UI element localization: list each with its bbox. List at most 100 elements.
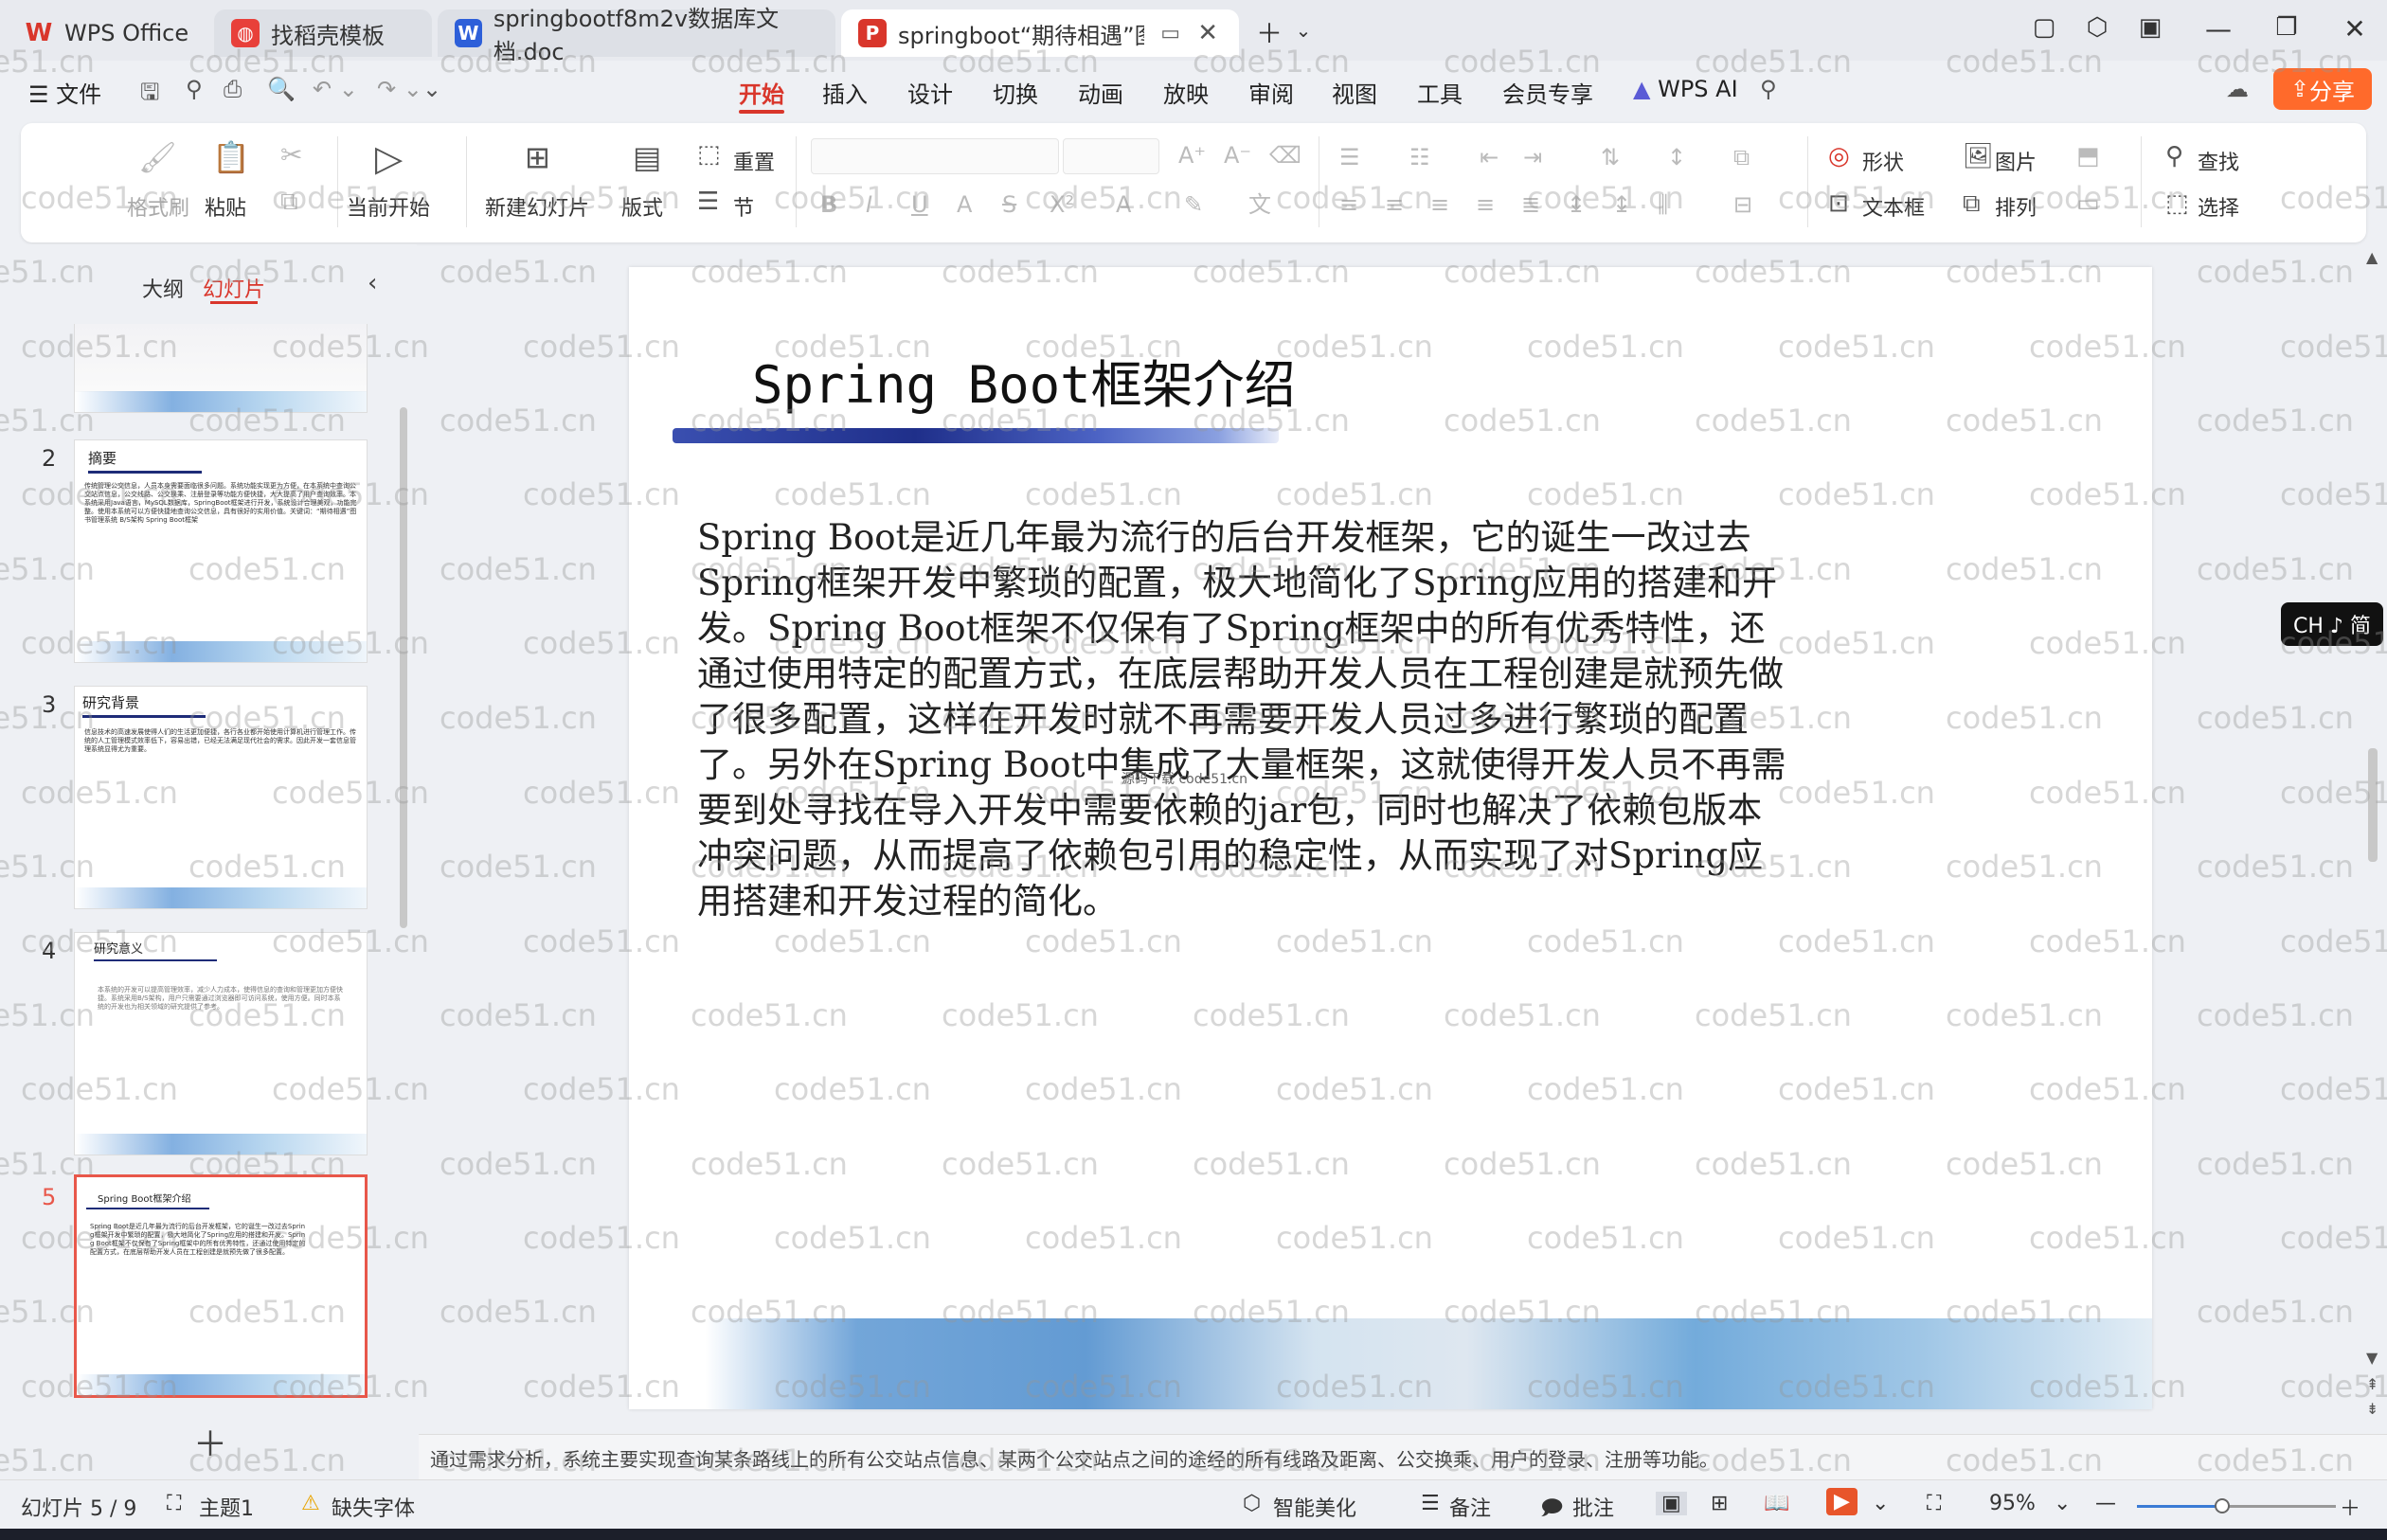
numbering-icon[interactable]: ☷ — [1409, 146, 1430, 169]
distribute-icon[interactable]: ≣ — [1521, 193, 1540, 216]
shadow-icon[interactable]: A — [957, 193, 972, 216]
tab-ppt-active[interactable]: P springboot“期待相遇”图· ▭ ✕ — [841, 9, 1239, 57]
from-current-button[interactable]: 当前开始 — [347, 191, 430, 222]
new-slide-button[interactable]: 新建幻灯片 — [485, 191, 589, 222]
columns-icon[interactable]: ⫼ — [1658, 193, 1668, 216]
section-button[interactable]: 节 — [733, 191, 754, 222]
superscript-icon[interactable]: X² — [1050, 193, 1074, 216]
notes-pane[interactable]: 通过需求分析，系统主要实现查询某条路线上的所有公交站点信息、某两个公交站点之间的… — [419, 1434, 2387, 1479]
slide-body-text[interactable]: Spring Boot是近几年最为流行的后台开发框架，它的诞生一改过去Sprin… — [697, 515, 1786, 924]
scroll-up-icon[interactable]: ▲ — [2366, 248, 2378, 266]
window-close-icon[interactable]: ✕ — [2336, 13, 2374, 45]
play-slideshow-button[interactable]: ▶ — [1826, 1488, 1858, 1515]
quick-save-icon[interactable]: 🖫 — [140, 76, 159, 115]
maximize-icon[interactable]: ❐ — [2268, 13, 2306, 42]
tab-wps-office[interactable]: W WPS Office — [8, 9, 197, 57]
decrease-indent-icon[interactable]: ⇤ — [1480, 146, 1499, 169]
missing-font-button[interactable]: 缺失字体 — [332, 1492, 415, 1522]
slide-thumb-4[interactable]: 研究意义 本系统的开发可以提高管理效率，减少人力成本，使得信息的查询和管理更加方… — [74, 932, 368, 1155]
paste-button[interactable]: 粘贴 — [205, 191, 246, 222]
chevron-down-icon[interactable]: ⌄ — [1284, 19, 1322, 42]
theme-name[interactable]: 主题1 — [199, 1492, 254, 1522]
grid-view-icon[interactable]: ⊞ — [1711, 1492, 1728, 1515]
convert-smartart-icon[interactable]: ⧉ — [1733, 146, 1750, 169]
text-align-icon[interactable]: ⊟ — [1733, 193, 1752, 216]
menu-tab-slideshow[interactable]: 放映 — [1163, 76, 1209, 109]
bullets-icon[interactable]: ☰ — [1339, 146, 1360, 169]
slide-thumb-5-selected[interactable]: Spring Boot框架介绍 Spring Boot是近几年最为流行的后台开发… — [74, 1174, 368, 1398]
zoom-out-icon[interactable]: — — [2095, 1492, 2116, 1515]
menu-tab-transition[interactable]: 切换 — [993, 76, 1038, 109]
text-direction-icon[interactable]: ⇅ — [1601, 146, 1620, 169]
fill-icon[interactable]: ⬒ — [2076, 144, 2100, 169]
clear-format-icon[interactable]: ⌫ — [1269, 144, 1301, 167]
zoom-chevron-icon[interactable]: ⌄ — [2054, 1492, 2071, 1515]
cut-icon[interactable]: ✂ — [280, 142, 302, 169]
undo-icon[interactable]: ↶ ⌄ — [313, 76, 358, 102]
format-painter-button[interactable]: 格式刷 — [127, 191, 189, 222]
line-spacing-icon[interactable]: ↨ — [1567, 193, 1586, 216]
tab-word-doc[interactable]: W springbootf8m2v数据库文档.doc — [438, 6, 835, 65]
italic-icon[interactable]: I — [866, 193, 872, 216]
comment-button[interactable]: 批注 — [1572, 1492, 1614, 1522]
smart-beautify-button[interactable]: 智能美化 — [1273, 1492, 1356, 1522]
notes-button[interactable]: 备注 — [1449, 1492, 1491, 1522]
redo-icon[interactable]: ↷ ⌄ — [377, 76, 422, 102]
font-family-select[interactable] — [811, 138, 1059, 174]
bold-icon[interactable]: B — [820, 193, 837, 216]
menu-tab-design[interactable]: 设计 — [907, 76, 953, 109]
menu-tab-review[interactable]: 审阅 — [1248, 76, 1294, 109]
slide-thumb-1[interactable] — [74, 324, 368, 413]
next-slide-icon[interactable]: ⇟ — [2366, 1400, 2378, 1418]
strikethrough-icon[interactable]: S — [1002, 193, 1016, 216]
picture-button[interactable]: 图片 — [1995, 146, 2037, 176]
new-tab-icon[interactable]: ＋ — [1250, 13, 1288, 51]
window-layout-icon[interactable]: ▢ — [2025, 13, 2063, 42]
add-slide-icon[interactable]: ＋ — [193, 1417, 227, 1466]
highlight-icon[interactable]: ✎ — [1184, 193, 1203, 216]
slide-title[interactable]: Spring Boot框架介绍 — [752, 343, 1296, 418]
layout-button[interactable]: 版式 — [621, 191, 663, 222]
tab-slides[interactable]: 幻灯片 — [203, 273, 265, 303]
select-button[interactable]: 选择 — [2198, 191, 2239, 222]
menu-tab-member[interactable]: 会员专享 — [1502, 76, 1593, 109]
tab-docer[interactable]: ◍ 找稻壳模板 — [214, 9, 432, 57]
search-icon[interactable]: ⚲ — [1760, 76, 1777, 102]
arrange-button[interactable]: 排列 — [1995, 191, 2037, 222]
scroll-down-icon[interactable]: ▼ — [2366, 1349, 2378, 1367]
textbox-button[interactable]: 文本框 — [1862, 191, 1925, 222]
align-right-icon[interactable]: ≡ — [1430, 193, 1449, 216]
menu-tab-view[interactable]: 视图 — [1332, 76, 1377, 109]
menu-tab-insert[interactable]: 插入 — [822, 76, 868, 109]
fit-window-icon[interactable]: ⛶ — [1927, 1492, 1941, 1515]
increase-indent-icon[interactable]: ⇥ — [1523, 146, 1542, 169]
zoom-level[interactable]: 95% — [1989, 1492, 2036, 1515]
wps-ai-button[interactable]: ▲ WPS AI — [1633, 76, 1738, 102]
font-color-icon[interactable]: A — [1116, 193, 1131, 216]
font-size-select[interactable] — [1063, 138, 1159, 174]
file-menu[interactable]: ☰ 文件 — [28, 76, 101, 109]
print-preview-icon[interactable]: 🔍 — [267, 76, 296, 102]
outline-icon[interactable]: ▭ — [2076, 191, 2100, 216]
panel-scrollbar[interactable] — [400, 407, 407, 928]
zoom-in-icon[interactable]: ＋ — [2340, 1492, 2360, 1522]
para-spacing-icon[interactable]: ↨ — [1612, 193, 1631, 216]
find-button[interactable]: 查找 — [2198, 146, 2239, 176]
slide-thumb-3[interactable]: 研究背景 信息技术的高速发展使得人们的生活更加便捷，各行各业都开始使用计算机进行… — [74, 686, 368, 909]
collapse-panel-icon[interactable]: ‹ — [368, 269, 377, 297]
menu-tab-home[interactable]: 开始 — [739, 76, 784, 109]
slide-thumb-2[interactable]: 摘要 传统管理公交信息，人员本身需要面临很多问题。系统功能实现更为方便，在本系统… — [74, 439, 368, 663]
more-chevron-icon[interactable]: ⌄ — [422, 76, 441, 102]
cube-icon[interactable]: ⬡ — [2078, 13, 2116, 42]
justify-icon[interactable]: ≡ — [1476, 193, 1495, 216]
share-button[interactable]: ⇪ 分享 — [2273, 68, 2372, 110]
grow-font-icon[interactable]: A⁺ — [1178, 144, 1206, 167]
zoom-slider-thumb[interactable] — [2215, 1498, 2230, 1513]
copy-icon[interactable]: ⧉ — [280, 189, 298, 214]
tab-outline[interactable]: 大纲 — [142, 273, 184, 303]
menu-tab-animation[interactable]: 动画 — [1078, 76, 1123, 109]
normal-view-icon[interactable]: ▣ — [1656, 1492, 1687, 1515]
menu-tab-tools[interactable]: 工具 — [1417, 76, 1463, 109]
play-options-chevron-icon[interactable]: ⌄ — [1872, 1492, 1889, 1515]
reset-button[interactable]: 重置 — [733, 146, 775, 176]
